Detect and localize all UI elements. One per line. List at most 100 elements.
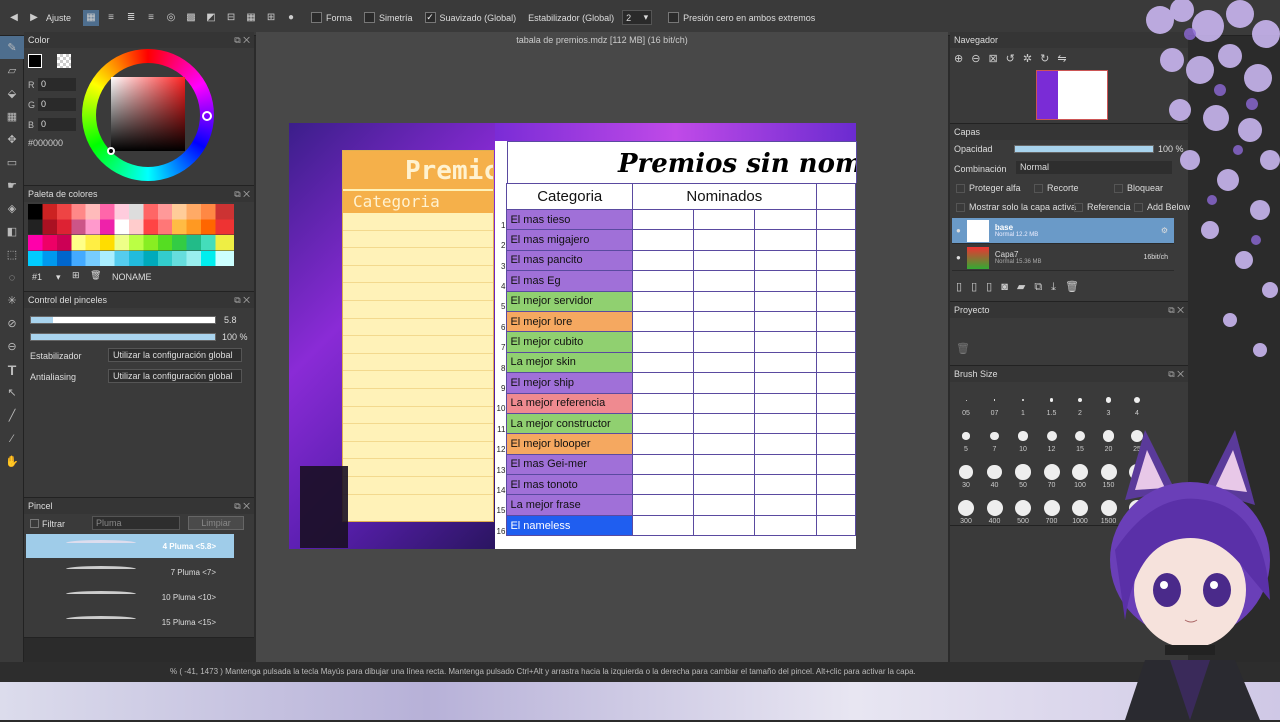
brush-size-option[interactable]: 12 bbox=[1038, 422, 1066, 456]
brush-size-option[interactable]: 1.5 bbox=[1038, 386, 1066, 420]
brush-size-option[interactable]: 3 bbox=[1095, 386, 1123, 420]
palette-grid[interactable] bbox=[28, 204, 234, 266]
forward-arrow-icon[interactable]: ▶ bbox=[26, 10, 42, 26]
b-value[interactable]: 0 bbox=[38, 118, 76, 131]
mostrar-toggle[interactable]: Mostrar solo la capa activa bbox=[956, 202, 1076, 213]
ellipse-ruler-icon[interactable]: ◎ bbox=[163, 10, 179, 26]
align-center-icon[interactable]: ≣ bbox=[123, 10, 139, 26]
brush-size-slider[interactable] bbox=[30, 316, 216, 324]
grid-ruler-icon[interactable]: ▩ bbox=[183, 10, 199, 26]
suavizado-toggle[interactable]: ✓ Suavizado (Global) bbox=[424, 12, 516, 23]
simetria-checkbox[interactable] bbox=[364, 12, 376, 23]
eye-icon[interactable]: ● bbox=[956, 253, 961, 262]
hex-value[interactable]: #000000 bbox=[28, 138, 63, 148]
mostrar-checkbox[interactable] bbox=[956, 203, 965, 213]
back-arrow-icon[interactable]: ◀ bbox=[6, 10, 22, 26]
zoom-in-icon[interactable]: ⊕ bbox=[954, 53, 971, 65]
new-vector-layer-icon[interactable]: ▯ bbox=[971, 281, 986, 293]
guide-icon[interactable]: ⊟ bbox=[223, 10, 239, 26]
filtrar-checkbox[interactable] bbox=[30, 519, 39, 528]
brush-size-option[interactable]: 50 bbox=[1009, 458, 1037, 492]
referencia-checkbox[interactable] bbox=[1074, 203, 1083, 213]
limpiar-button[interactable]: Limpiar bbox=[188, 516, 244, 530]
brush-list-item[interactable]: 4 Pluma <5.8> bbox=[26, 534, 234, 558]
navigator-thumbnail[interactable] bbox=[1036, 70, 1108, 120]
r-value[interactable]: 0 bbox=[38, 78, 76, 91]
pen-tool-icon[interactable]: ✎ bbox=[0, 36, 24, 59]
move-tool-icon[interactable]: ✥ bbox=[0, 128, 24, 151]
forma-checkbox[interactable] bbox=[311, 12, 323, 23]
merge-down-icon[interactable]: ⤓ bbox=[1051, 281, 1065, 293]
hand-pointer-tool-icon[interactable]: ☛ bbox=[0, 174, 24, 197]
brush-size-option[interactable]: 1000 bbox=[1066, 494, 1094, 528]
recorte-toggle[interactable]: Recorte bbox=[1034, 183, 1079, 194]
brush-size-option[interactable]: 70 bbox=[1038, 458, 1066, 492]
chevron-down-icon[interactable]: ▾ bbox=[56, 272, 61, 283]
palette-set-label[interactable]: #1 bbox=[32, 272, 42, 282]
forma-toggle[interactable]: Forma bbox=[311, 12, 352, 23]
eyedropper-tool-icon[interactable]: ⁄ bbox=[0, 427, 24, 450]
g-value[interactable]: 0 bbox=[38, 98, 76, 111]
eraser-tool-icon[interactable]: ▱ bbox=[0, 59, 24, 82]
estabilizador-select[interactable]: 2 ▾ bbox=[622, 10, 653, 25]
grid-icon[interactable]: ▦ bbox=[243, 10, 259, 26]
panel-close-icon[interactable]: ⧉ ✕ bbox=[234, 35, 250, 46]
proteger-toggle[interactable]: Proteger alfa bbox=[956, 183, 1021, 194]
gradient-tool-icon[interactable]: ◧ bbox=[0, 220, 24, 243]
symmetry-ruler-icon[interactable]: ⊞ bbox=[263, 10, 279, 26]
align-left-icon[interactable]: ≡ bbox=[103, 10, 119, 26]
panel-close-icon[interactable]: ⧉ ✕ bbox=[234, 501, 250, 512]
trash-icon[interactable]: 🗑 bbox=[1065, 281, 1088, 293]
dot-icon[interactable]: ● bbox=[283, 10, 299, 26]
rotate-right-icon[interactable]: ↻ bbox=[1040, 53, 1057, 65]
fill-tool-icon[interactable]: ⬙ bbox=[0, 82, 24, 105]
folder-icon[interactable]: ▰ bbox=[1017, 281, 1034, 293]
flip-icon[interactable]: ⇋ bbox=[1057, 53, 1074, 65]
recorte-checkbox[interactable] bbox=[1034, 184, 1043, 194]
estabilizador-select[interactable]: Utilizar la configuración global bbox=[108, 348, 242, 362]
brush-size-option[interactable]: 30 bbox=[952, 458, 980, 492]
antialiasing-select[interactable]: Utilizar la configuración global bbox=[108, 369, 242, 383]
brush-size-option[interactable]: 07 bbox=[981, 386, 1009, 420]
brush-size-option[interactable]: 10 bbox=[1009, 422, 1037, 456]
magic-wand-tool-icon[interactable]: ✳ bbox=[0, 289, 24, 312]
transform-tool-icon[interactable]: ↖ bbox=[0, 381, 24, 404]
brush-list-item[interactable]: 10 Pluma <10> bbox=[26, 585, 234, 609]
brush-size-option[interactable]: 5 bbox=[952, 422, 980, 456]
text-tool-icon[interactable]: T bbox=[0, 358, 24, 381]
eye-icon[interactable]: ● bbox=[956, 226, 961, 235]
reset-icon[interactable]: ✲ bbox=[1023, 53, 1040, 65]
brush-size-option[interactable]: 2 bbox=[1066, 386, 1094, 420]
brush-size-option[interactable]: 300 bbox=[952, 494, 980, 528]
lasso-tool-icon[interactable]: ◌ bbox=[0, 266, 24, 289]
trash-icon[interactable]: 🗑 bbox=[956, 342, 970, 355]
palette-add-icon[interactable]: ⊞ bbox=[72, 270, 80, 281]
hand-tool-icon[interactable]: ✋ bbox=[0, 450, 24, 473]
brush-size-option[interactable]: 05 bbox=[952, 386, 980, 420]
brush-size-option[interactable]: 500 bbox=[1009, 494, 1037, 528]
brush-size-option[interactable]: 40 bbox=[981, 458, 1009, 492]
select-eraser-tool-icon[interactable]: ⊖ bbox=[0, 335, 24, 358]
fit-icon[interactable]: ⊠ bbox=[988, 53, 1005, 65]
brush-size-option[interactable]: 7 bbox=[981, 422, 1009, 456]
main-color-swatch[interactable] bbox=[28, 54, 42, 68]
select-pen-tool-icon[interactable]: ⊘ bbox=[0, 312, 24, 335]
brush-size-option[interactable]: 100 bbox=[1066, 458, 1094, 492]
suavizado-checkbox[interactable]: ✓ bbox=[424, 12, 436, 23]
perspective-icon[interactable]: ◩ bbox=[203, 10, 219, 26]
bucket-tool-icon[interactable]: ◈ bbox=[0, 197, 24, 220]
grid-tool-icon[interactable]: ▦ bbox=[0, 105, 24, 128]
presion-toggle[interactable]: Presión cero en ambos extremos bbox=[668, 12, 815, 23]
brush-size-option[interactable]: 15 bbox=[1066, 422, 1094, 456]
brush-list-item[interactable]: 15 Pluma <15> bbox=[26, 610, 234, 634]
sub-color-swatch[interactable] bbox=[57, 54, 71, 68]
saturation-square[interactable] bbox=[111, 77, 185, 151]
brush-list-item[interactable]: 7 Pluma <7> bbox=[26, 560, 234, 584]
brush-size-option[interactable]: 700 bbox=[1038, 494, 1066, 528]
select-rect-tool-icon[interactable]: ⬚ bbox=[0, 243, 24, 266]
mask-icon[interactable]: ◙ bbox=[1001, 281, 1017, 293]
new-raster-layer-icon[interactable]: ▯ bbox=[956, 281, 971, 293]
brush-size-option[interactable]: 1 bbox=[1009, 386, 1037, 420]
duplicate-icon[interactable]: ⧉ bbox=[1034, 281, 1051, 293]
brush-opacity-slider[interactable] bbox=[30, 333, 216, 341]
